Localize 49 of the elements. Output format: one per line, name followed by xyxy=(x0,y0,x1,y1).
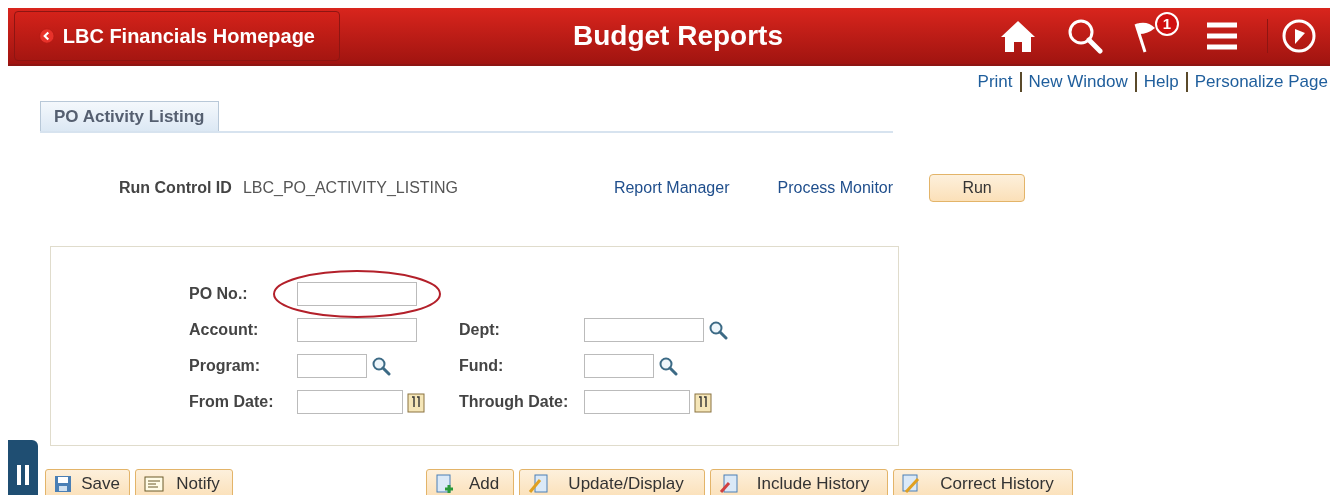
toolbar-button[interactable]: Include History xyxy=(710,469,888,495)
menu-icon[interactable] xyxy=(1207,22,1237,50)
field-label: From Date: xyxy=(189,393,274,410)
header-link[interactable]: Personalize Page xyxy=(1194,69,1328,95)
header-link[interactable]: New Window xyxy=(1028,69,1128,95)
calendar-icon[interactable] xyxy=(407,391,425,413)
input-field[interactable] xyxy=(297,282,417,306)
run-control-label: Run Control ID xyxy=(119,178,232,198)
field-label: PO No.: xyxy=(189,285,248,302)
search-icon[interactable] xyxy=(371,356,391,376)
input-field[interactable] xyxy=(297,318,417,342)
calendar-icon[interactable] xyxy=(694,391,712,413)
document-pencil-icon xyxy=(719,474,739,494)
tab[interactable]: PO Activity Listing xyxy=(40,101,219,131)
input-field[interactable] xyxy=(584,318,704,342)
input-field[interactable] xyxy=(584,390,690,414)
pencil-list-icon xyxy=(528,474,548,494)
field-label: Program: xyxy=(189,357,261,374)
input-field[interactable] xyxy=(297,390,403,414)
input-field[interactable] xyxy=(297,354,367,378)
back-button[interactable]: LBC Financials Homepage xyxy=(14,11,340,61)
report-manager-link[interactable]: Report Manager xyxy=(613,176,730,200)
process-monitor-link[interactable]: Process Monitor xyxy=(777,176,894,200)
notification-badge: 1 xyxy=(1155,12,1179,36)
toolbar-button[interactable]: Notify xyxy=(135,469,233,495)
toolbar-button[interactable]: Update/Display xyxy=(519,469,705,495)
toolbar-button[interactable]: Save xyxy=(45,469,130,495)
run-control-value: LBC_PO_ACTIVITY_LISTING xyxy=(242,178,460,198)
document-plus-icon xyxy=(435,474,455,494)
search-icon[interactable] xyxy=(708,320,728,340)
page-title: Budget Reports xyxy=(573,19,783,53)
flag-icon[interactable] xyxy=(1133,20,1155,54)
field-label: Dept: xyxy=(459,321,500,338)
search-icon[interactable] xyxy=(1067,18,1103,54)
header-link[interactable]: Help xyxy=(1143,69,1179,95)
input-field[interactable] xyxy=(584,354,654,378)
home-icon[interactable] xyxy=(999,19,1037,53)
run-button[interactable]: Run xyxy=(929,174,1026,202)
field-label: Fund: xyxy=(459,357,504,374)
pause-icon xyxy=(16,465,30,485)
note-icon xyxy=(144,476,164,492)
toolbar-button[interactable]: Add xyxy=(426,469,514,495)
header-link[interactable]: Print xyxy=(977,69,1013,95)
field-label: Through Date: xyxy=(459,393,569,410)
pause-tab[interactable] xyxy=(8,440,38,495)
search-icon[interactable] xyxy=(658,356,678,376)
table-pencil-icon xyxy=(902,474,922,494)
field-label: Account: xyxy=(189,321,259,338)
toolbar-button[interactable]: Correct History xyxy=(893,469,1073,495)
